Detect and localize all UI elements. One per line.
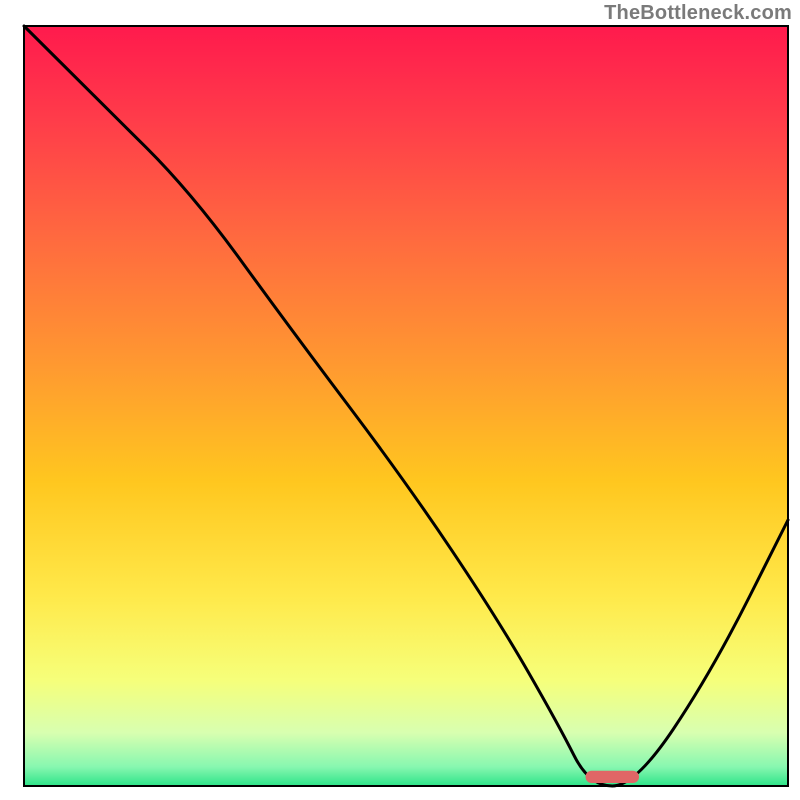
chart-canvas xyxy=(0,0,800,800)
watermark-text: TheBottleneck.com xyxy=(604,2,792,25)
chart-root: TheBottleneck.com xyxy=(0,0,800,800)
optimal-marker xyxy=(586,771,639,783)
